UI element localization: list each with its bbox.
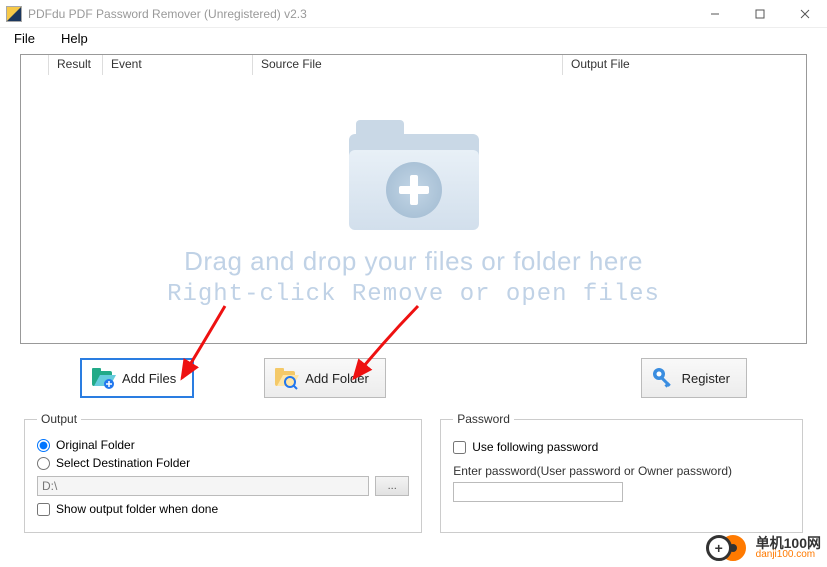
check-show-output[interactable]: Show output folder when done [37, 502, 409, 516]
col-output[interactable]: Output File [563, 55, 806, 75]
password-field[interactable] [453, 482, 623, 502]
col-result[interactable]: Result [49, 55, 103, 75]
register-label: Register [682, 371, 730, 386]
add-folder-label: Add Folder [305, 371, 369, 386]
radio-original-input[interactable] [37, 439, 50, 452]
password-enter-label: Enter password(User password or Owner pa… [453, 464, 790, 478]
window-controls [692, 0, 827, 28]
password-group: Password Use following password Enter pa… [440, 412, 803, 533]
watermark: 单机100网 danji100.com [706, 533, 821, 563]
col-event[interactable]: Event [103, 55, 253, 75]
file-list-table[interactable]: Result Event Source File Output File Dra… [20, 54, 807, 344]
radio-dest-input[interactable] [37, 457, 50, 470]
radio-original-folder[interactable]: Original Folder [37, 438, 409, 452]
table-header: Result Event Source File Output File [21, 55, 806, 75]
folder-search-icon [273, 365, 299, 391]
output-legend: Output [37, 412, 81, 426]
watermark-name: 单机100网 [756, 536, 821, 550]
radio-original-label: Original Folder [56, 438, 135, 452]
drop-hint-1: Drag and drop your files or folder here [184, 246, 643, 277]
maximize-button[interactable] [737, 0, 782, 28]
check-show-output-label: Show output folder when done [56, 502, 218, 516]
check-use-password[interactable]: Use following password [453, 440, 790, 454]
titlebar: PDFdu PDF Password Remover (Unregistered… [0, 0, 827, 28]
key-icon [650, 365, 676, 391]
add-files-button[interactable]: Add Files [80, 358, 194, 398]
check-show-output-input[interactable] [37, 503, 50, 516]
add-folder-button[interactable]: Add Folder [264, 358, 386, 398]
col-blank[interactable] [21, 55, 49, 75]
check-use-password-label: Use following password [472, 440, 598, 454]
output-group: Output Original Folder Select Destinatio… [24, 412, 422, 533]
check-use-password-input[interactable] [453, 441, 466, 454]
menu-file[interactable]: File [8, 29, 41, 48]
app-icon [6, 6, 22, 22]
minimize-button[interactable] [692, 0, 737, 28]
window-title: PDFdu PDF Password Remover (Unregistered… [28, 7, 692, 21]
browse-button[interactable]: ... [375, 476, 409, 496]
menu-help[interactable]: Help [55, 29, 94, 48]
watermark-logo-icon [706, 533, 750, 563]
output-path-field[interactable] [37, 476, 369, 496]
menubar: File Help [0, 28, 827, 50]
folder-add-icon [90, 365, 116, 391]
drop-hint-2: Right-click Remove or open files [167, 281, 660, 308]
password-legend: Password [453, 412, 514, 426]
drop-zone[interactable]: Drag and drop your files or folder here … [21, 75, 806, 343]
folder-plus-icon [344, 110, 484, 230]
col-source[interactable]: Source File [253, 55, 563, 75]
radio-select-dest[interactable]: Select Destination Folder [37, 456, 409, 470]
radio-dest-label: Select Destination Folder [56, 456, 190, 470]
register-button[interactable]: Register [641, 358, 747, 398]
watermark-url: danji100.com [756, 550, 821, 560]
close-button[interactable] [782, 0, 827, 28]
add-files-label: Add Files [122, 371, 176, 386]
